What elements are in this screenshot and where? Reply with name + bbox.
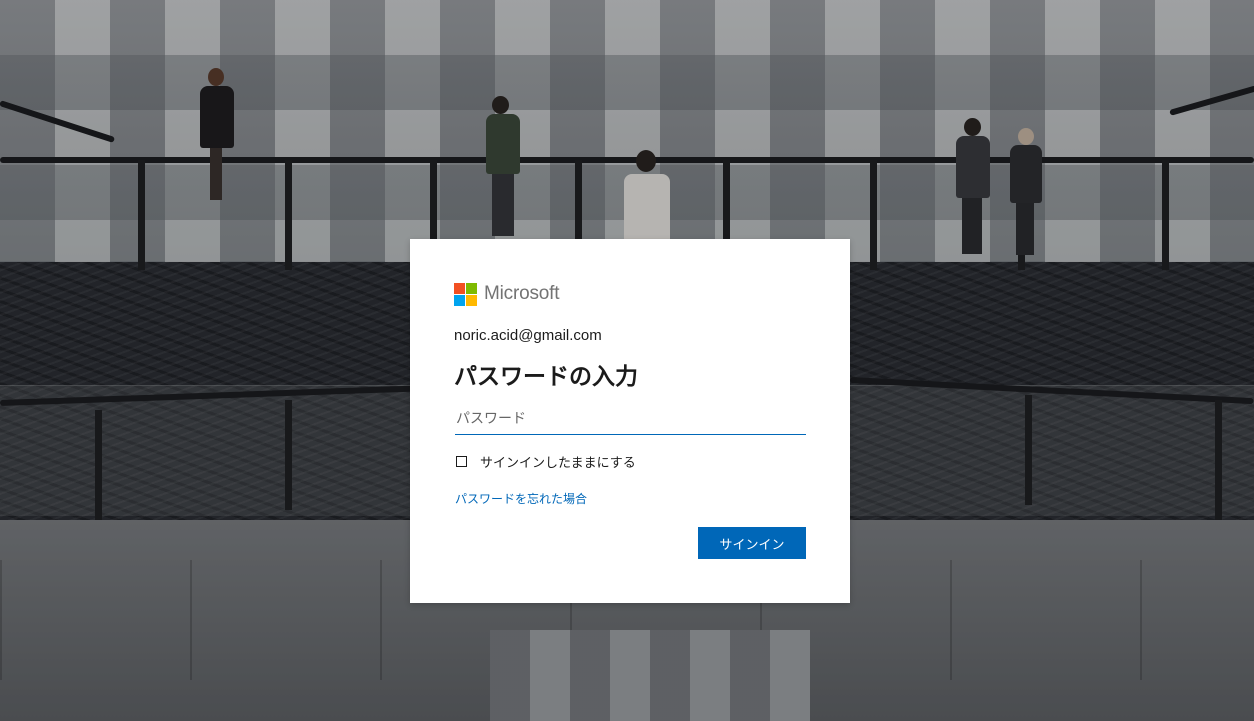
microsoft-logo-icon [454, 282, 477, 306]
brand-name: Microsoft [484, 283, 560, 304]
keep-signed-in-label: サインインしたままにする [480, 455, 636, 471]
signin-button[interactable]: サインイン [698, 527, 806, 559]
password-input[interactable] [455, 404, 806, 435]
signin-card: Microsoft noric.acid@gmail.com パスワードの入力 … [410, 239, 850, 603]
page-title: パスワードの入力 [454, 364, 638, 390]
checkbox-icon[interactable] [456, 455, 467, 467]
microsoft-brand: Microsoft [454, 282, 559, 306]
account-identity: noric.acid@gmail.com [454, 327, 602, 344]
keep-signed-in-checkbox[interactable]: サインインしたままにする [456, 452, 636, 471]
forgot-password-link[interactable]: パスワードを忘れた場合 [455, 490, 587, 507]
